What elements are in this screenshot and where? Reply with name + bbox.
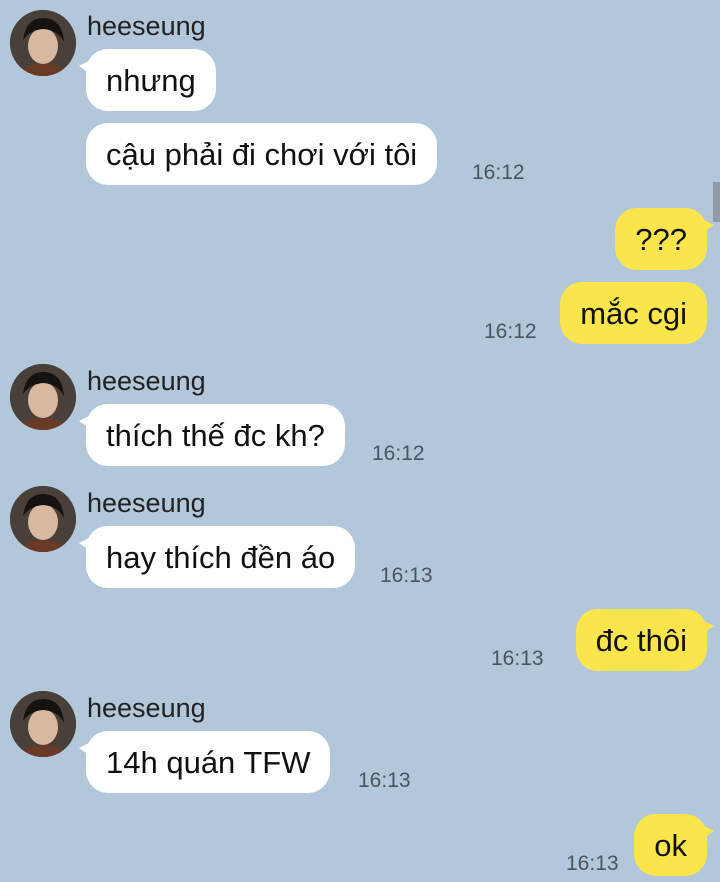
sender-name: heeseung — [87, 11, 206, 41]
message-bubble[interactable]: ??? — [615, 208, 714, 270]
message-bubble[interactable]: thích thế đc kh? — [79, 404, 345, 466]
contact-avatar[interactable] — [10, 691, 76, 757]
message-bubble[interactable]: mắc cgi — [560, 282, 707, 344]
contact-avatar[interactable] — [10, 486, 76, 552]
message-time: 16:13 — [380, 564, 433, 587]
message-time: 16:13 — [491, 647, 544, 670]
message-bubble[interactable]: nhưng — [79, 49, 216, 111]
message-time: 16:12 — [472, 161, 525, 184]
sender-name: heeseung — [87, 366, 206, 396]
message-bubble[interactable]: hay thích đền áo — [78, 526, 356, 588]
message-bubble[interactable]: 14h quán TFW — [78, 731, 331, 793]
message-time: 16:12 — [372, 442, 425, 465]
scrollbar-thumb[interactable] — [713, 182, 720, 222]
message-bubble[interactable]: cậu phải đi chơi với tôi — [86, 123, 438, 185]
chat-view[interactable]: heeseung nhưng cậu phải đi chơi với tôi … — [0, 0, 720, 882]
message-bubble[interactable]: ok — [634, 814, 714, 876]
sender-name: heeseung — [87, 693, 206, 723]
message-time: 16:12 — [484, 320, 537, 343]
contact-avatar[interactable] — [10, 10, 76, 76]
message-bubble[interactable]: đc thôi — [575, 609, 715, 671]
message-time: 16:13 — [566, 852, 619, 875]
sender-name: heeseung — [87, 488, 206, 518]
message-time: 16:13 — [358, 769, 411, 792]
contact-avatar[interactable] — [10, 364, 76, 430]
